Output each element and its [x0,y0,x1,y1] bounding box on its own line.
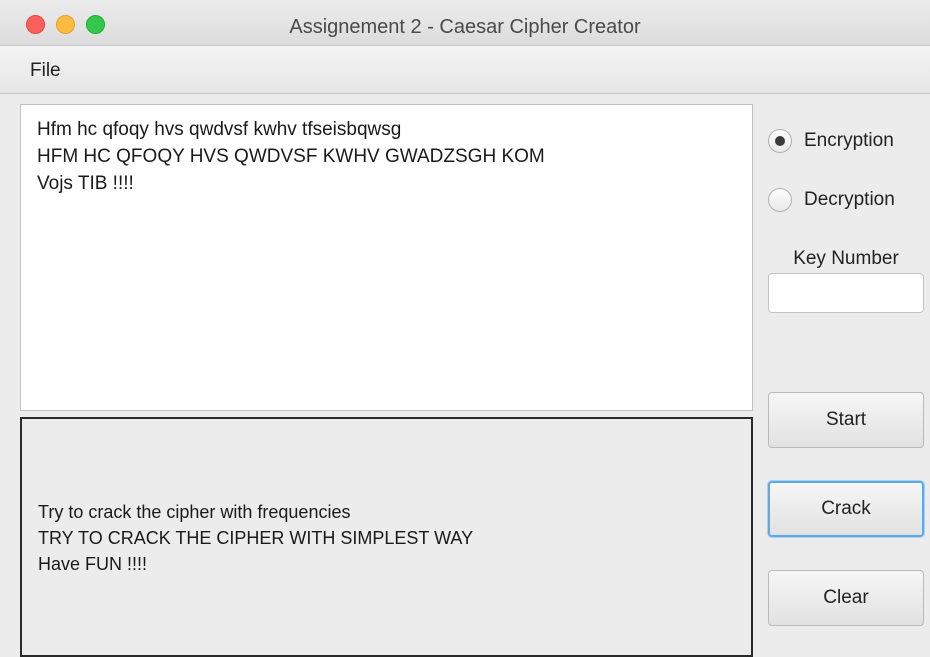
key-number-label: Key Number [793,248,899,269]
window-title: Assignement 2 - Caesar Cipher Creator [289,16,641,38]
input-text-area[interactable]: Hfm hc qfoqy hvs qwdvsf kwhv tfseisbqwsg… [20,104,753,411]
radio-unchecked-icon [768,188,792,212]
clear-button[interactable]: Clear [768,570,924,626]
menu-bar: File [0,46,930,94]
decryption-label: Decryption [804,189,895,210]
start-button[interactable]: Start [768,392,924,448]
left-margin [0,94,12,657]
encryption-radio[interactable]: Encryption [768,127,894,155]
radio-checked-icon [768,129,792,153]
menu-file[interactable]: File [30,60,61,82]
encryption-label: Encryption [804,130,894,151]
title-bar: Assignement 2 - Caesar Cipher Creator [0,0,930,46]
key-number-input[interactable] [768,273,924,313]
crack-button[interactable]: Crack [768,481,924,537]
app-window: Assignement 2 - Caesar Cipher Creator Fi… [0,0,930,657]
decryption-radio[interactable]: Decryption [768,186,895,214]
output-text-area: Try to crack the cipher with frequencies… [20,417,753,657]
